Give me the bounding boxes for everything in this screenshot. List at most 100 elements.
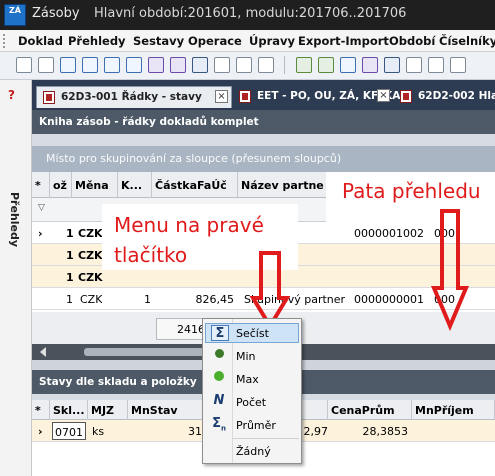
group-by-zone[interactable]: Místo pro skupinování za sloupce (přesun… <box>32 146 495 172</box>
edit-icon[interactable] <box>126 57 142 73</box>
aggregate-context-menu: Σ Sečíst Min Max N Počet Σn Průměr Žádný <box>202 318 302 464</box>
cell-castka[interactable]: 826,45 <box>192 288 235 310</box>
tab-label: 62D2-002 Hlav <box>418 90 495 102</box>
cell-oz[interactable]: 1 <box>66 288 73 310</box>
new-document-icon[interactable] <box>16 57 32 73</box>
menu-upravy[interactable]: Úpravy <box>249 34 295 48</box>
cell-extra1[interactable]: 0000000001 <box>354 288 424 310</box>
filter-icon[interactable] <box>340 57 356 73</box>
menu-item-label: Sečíst <box>236 327 269 340</box>
average-icon: Σn <box>212 416 226 433</box>
menu-operace[interactable]: Operace <box>188 34 242 48</box>
cell-sklad[interactable]: 0701 <box>52 422 86 440</box>
cell-mnstav[interactable]: 31 <box>184 420 202 442</box>
refresh-icon[interactable] <box>296 57 312 73</box>
row-indicator: › <box>38 227 43 240</box>
tab-hlav[interactable]: 62D2-002 Hlav <box>394 86 495 108</box>
menu-item-label: Počet <box>236 396 267 409</box>
menu-item-label: Průměr <box>236 419 276 432</box>
cell-mjz[interactable]: ks <box>92 420 104 442</box>
menu-bar: Doklad Přehledy Sestavy Operace Úpravy E… <box>0 30 495 52</box>
menu-prehledy[interactable]: Přehledy <box>68 34 126 48</box>
row-indicator: › <box>38 425 43 438</box>
header-indicator[interactable]: * <box>32 400 50 420</box>
cell-oz[interactable]: 1 <box>66 266 74 288</box>
left-sidebar: ? Přehledy <box>0 80 32 476</box>
tab-eet[interactable]: EET - PO, OU, ZÁ, KF, KA × <box>233 86 400 108</box>
cell-oz[interactable]: 1 <box>66 244 74 266</box>
sort-icon[interactable] <box>362 57 378 73</box>
cell-cenaprum[interactable]: 28,3853 <box>350 420 409 442</box>
tab-doc-icon <box>43 91 55 104</box>
menu-sestavy[interactable]: Sestavy <box>133 34 184 48</box>
more-icon[interactable] <box>450 57 466 73</box>
menu-ciselniky[interactable]: Číselníky <box>439 34 495 48</box>
cell-k[interactable]: 1 <box>144 288 151 310</box>
max-icon <box>210 370 228 386</box>
header-mnprijem[interactable]: MnPříjem <box>412 400 495 420</box>
header-mjz[interactable]: MJZ <box>88 400 128 420</box>
header-k[interactable]: K... <box>118 172 152 198</box>
help-question-icon[interactable]: ? <box>8 88 15 102</box>
print-preview-icon[interactable] <box>236 57 252 73</box>
paste-icon[interactable] <box>428 57 444 73</box>
header-castka[interactable]: ČástkaFaÚč <box>152 172 238 198</box>
header-oz[interactable]: ož <box>50 172 72 198</box>
menu-item-zadny[interactable]: Žádný <box>205 441 299 461</box>
menu-item-min[interactable]: Min <box>205 346 299 366</box>
filter-down-icon[interactable] <box>258 57 274 73</box>
panel-title: Kniha zásob - řádky dokladů komplet <box>32 110 495 134</box>
sync-icon[interactable] <box>318 57 334 73</box>
menu-export-import[interactable]: Export-Import <box>298 34 389 48</box>
toolbar-separator <box>284 56 285 74</box>
arrow-down-icon <box>430 209 470 332</box>
cell-hidden-value[interactable]: 2,97 <box>300 420 329 442</box>
close-tab-icon[interactable]: × <box>215 90 228 103</box>
menu-item-pocet[interactable]: N Počet <box>205 392 299 412</box>
tab-doc-icon <box>239 90 251 103</box>
menu-doklad[interactable]: Doklad <box>18 34 63 48</box>
print-icon[interactable] <box>214 57 230 73</box>
menu-separator <box>233 438 299 439</box>
sidebar-label-prehledy[interactable]: Přehledy <box>8 192 21 247</box>
menu-obdobi[interactable]: Období <box>389 34 435 48</box>
menu-item-label: Žádný <box>236 445 271 458</box>
min-icon <box>210 347 228 363</box>
table-icon[interactable] <box>82 57 98 73</box>
header-cenaprum[interactable]: CenaPrům <box>328 400 412 420</box>
document-list-icon[interactable] <box>38 57 54 73</box>
menu-item-max[interactable]: Max <box>205 369 299 389</box>
tab-radky-stavy[interactable]: 62D3-001 Řádky - stavy × <box>36 86 232 108</box>
header-sklad[interactable]: Skl... <box>50 400 88 420</box>
menu-item-label: Min <box>236 350 256 363</box>
filter-icon[interactable]: ▽ <box>38 203 45 213</box>
database-icon[interactable] <box>192 57 208 73</box>
cell-mena[interactable]: CZK <box>80 288 102 310</box>
annotation-menu-line1: Menu na pravé <box>114 213 264 237</box>
app-name: Zásoby <box>32 6 80 21</box>
menu-item-secist[interactable]: Σ Sečíst <box>205 323 299 343</box>
view-icon[interactable] <box>170 57 186 73</box>
tab-bar: 62D3-001 Řádky - stavy × EET - PO, OU, Z… <box>32 80 495 110</box>
header-indicator[interactable]: * <box>32 172 50 198</box>
close-tab-icon[interactable]: × <box>377 89 390 102</box>
scroll-left-icon[interactable] <box>40 347 46 357</box>
tab-label: 62D3-001 Řádky - stavy <box>61 91 202 103</box>
cell-oz[interactable]: 1 <box>66 222 74 244</box>
annotation-pata-prehledu: Pata přehledu <box>342 179 481 203</box>
count-icon: N <box>213 393 225 408</box>
export-icon[interactable] <box>384 57 400 73</box>
cell-extra1[interactable]: 0000001002 <box>354 222 424 244</box>
panel-spacer <box>32 134 495 146</box>
tab-doc-icon <box>400 90 412 103</box>
form-icon[interactable] <box>60 57 76 73</box>
menu-item-prumer[interactable]: Σn Průměr <box>205 415 299 435</box>
menu-grip <box>3 34 7 48</box>
header-mena[interactable]: Měna <box>72 172 118 198</box>
add-row-icon[interactable] <box>104 57 120 73</box>
app-logo: ZÁ <box>4 4 26 26</box>
copy-icon[interactable] <box>406 57 422 73</box>
title-bar: ZÁ Zásoby Hlavní období:201601, modulu:2… <box>0 0 495 30</box>
menu-item-label: Max <box>236 373 259 386</box>
note-icon[interactable] <box>148 57 164 73</box>
